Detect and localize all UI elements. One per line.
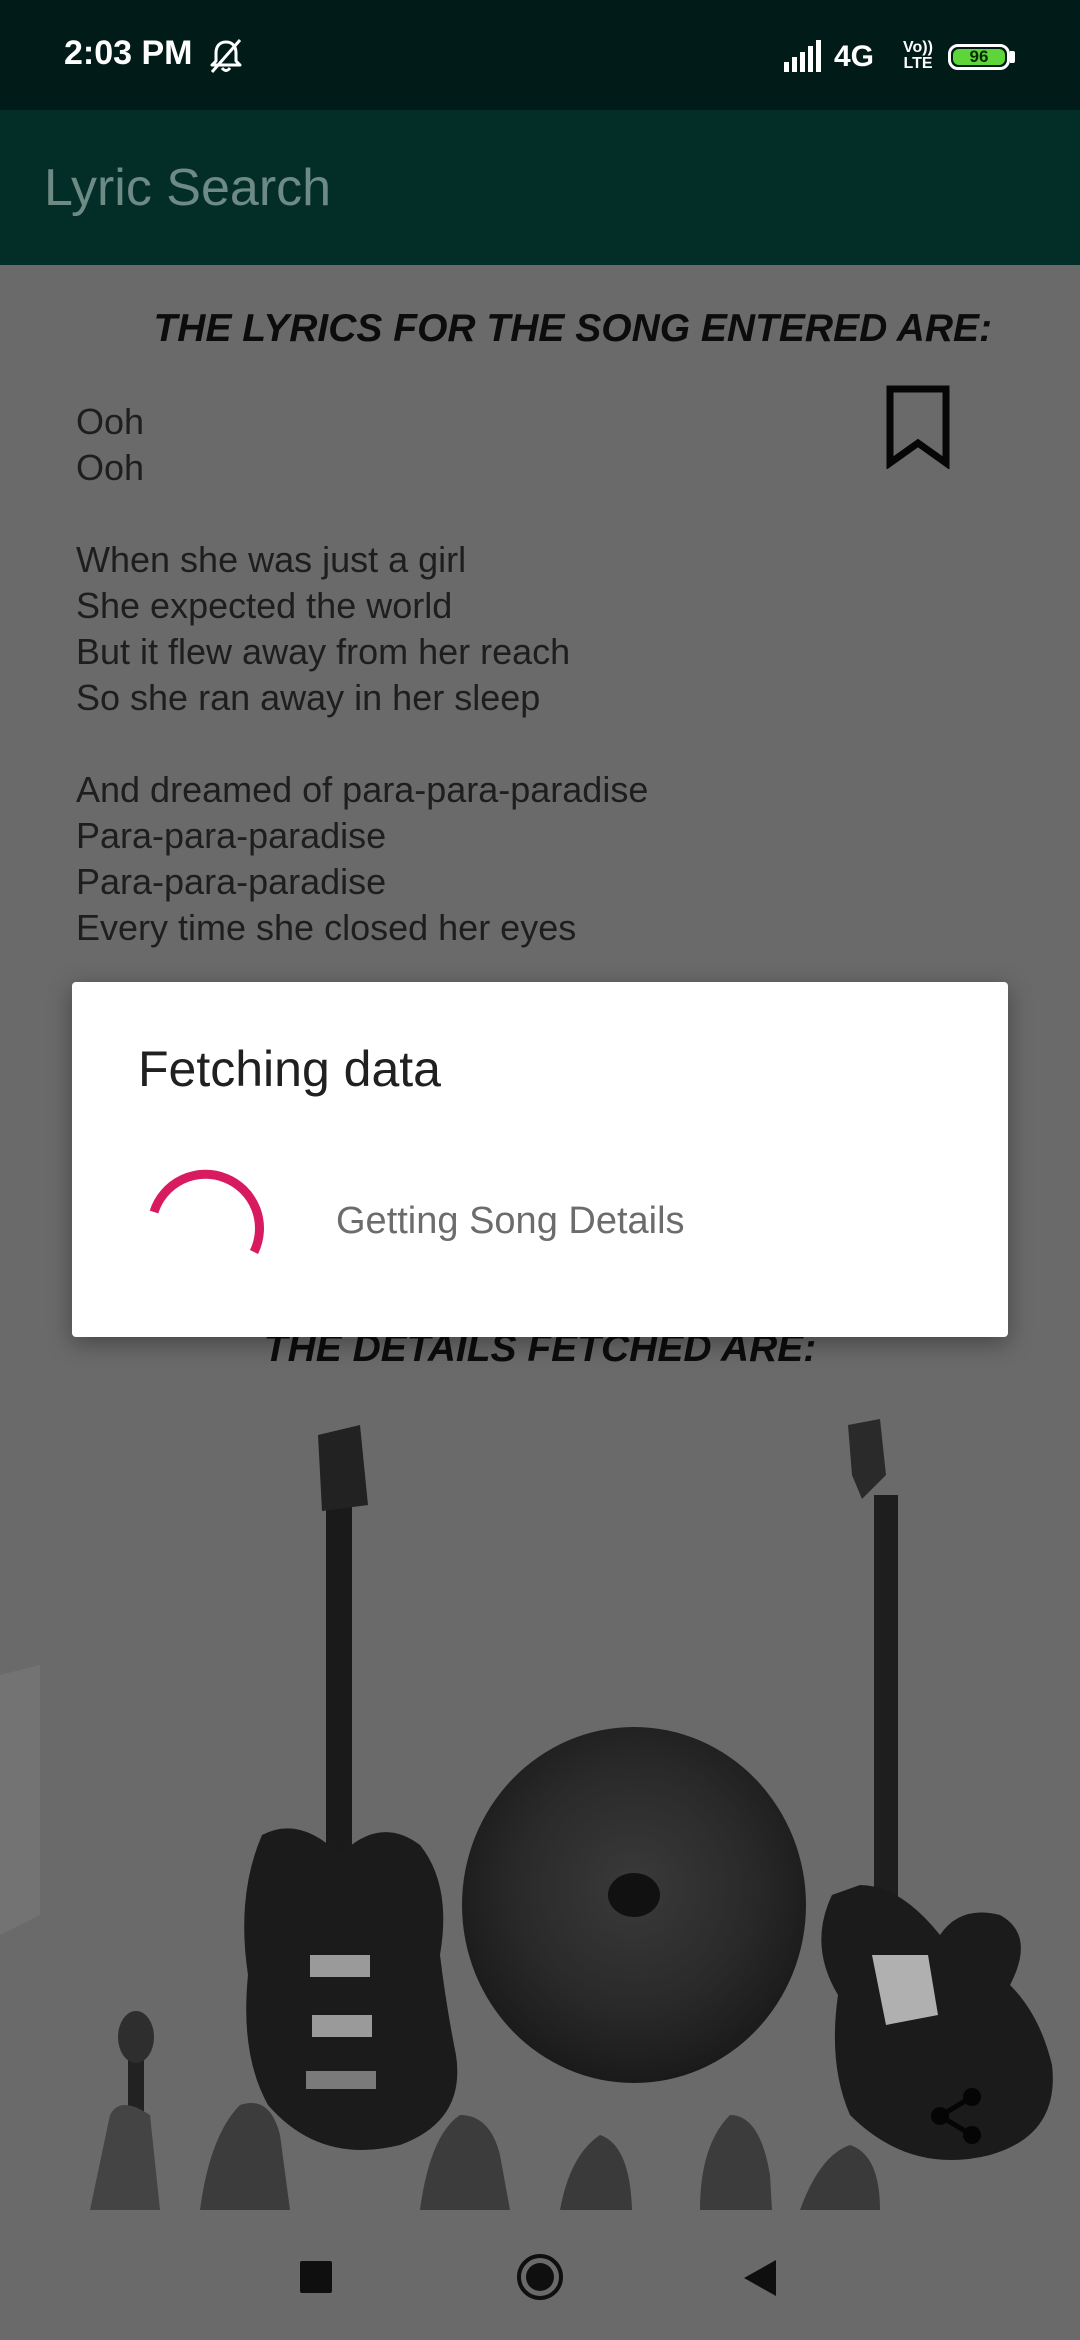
network-type: 4G bbox=[834, 40, 875, 73]
navigation-bar bbox=[0, 2210, 1080, 2340]
volte-indicator: Vo)) LTE bbox=[898, 40, 938, 72]
status-time: 2:03 PM bbox=[64, 34, 193, 72]
battery-icon: 96 bbox=[948, 44, 1010, 70]
battery-tip bbox=[1010, 51, 1015, 63]
loading-spinner-icon bbox=[149, 1169, 264, 1254]
share-icon[interactable] bbox=[926, 2085, 988, 2147]
band-background-image bbox=[0, 1419, 1053, 2210]
lyrics-text: Ooh Ooh When she was just a girl She exp… bbox=[76, 401, 649, 948]
battery-level: 96 bbox=[953, 48, 1005, 65]
signal-bars-icon bbox=[784, 40, 821, 72]
progress-dialog: Fetching data Getting Song Details bbox=[72, 982, 1008, 1337]
volte-line2: LTE bbox=[903, 55, 933, 72]
dialog-message: Getting Song Details bbox=[336, 1200, 685, 1242]
volte-line1: Vo)) bbox=[903, 39, 933, 56]
lyrics-heading: THE LYRICS FOR THE SONG ENTERED ARE: bbox=[153, 307, 992, 350]
status-bar: 2:03 PM 4G Vo)) LTE 96 bbox=[0, 0, 1080, 110]
home-button[interactable] bbox=[515, 2252, 565, 2302]
app-bar: Lyric Search bbox=[0, 110, 1080, 265]
back-button[interactable] bbox=[742, 2258, 778, 2298]
bell-off-icon bbox=[210, 39, 242, 73]
dialog-title: Fetching data bbox=[138, 1041, 441, 1097]
recents-button[interactable] bbox=[300, 2261, 332, 2293]
app-title: Lyric Search bbox=[44, 159, 332, 217]
